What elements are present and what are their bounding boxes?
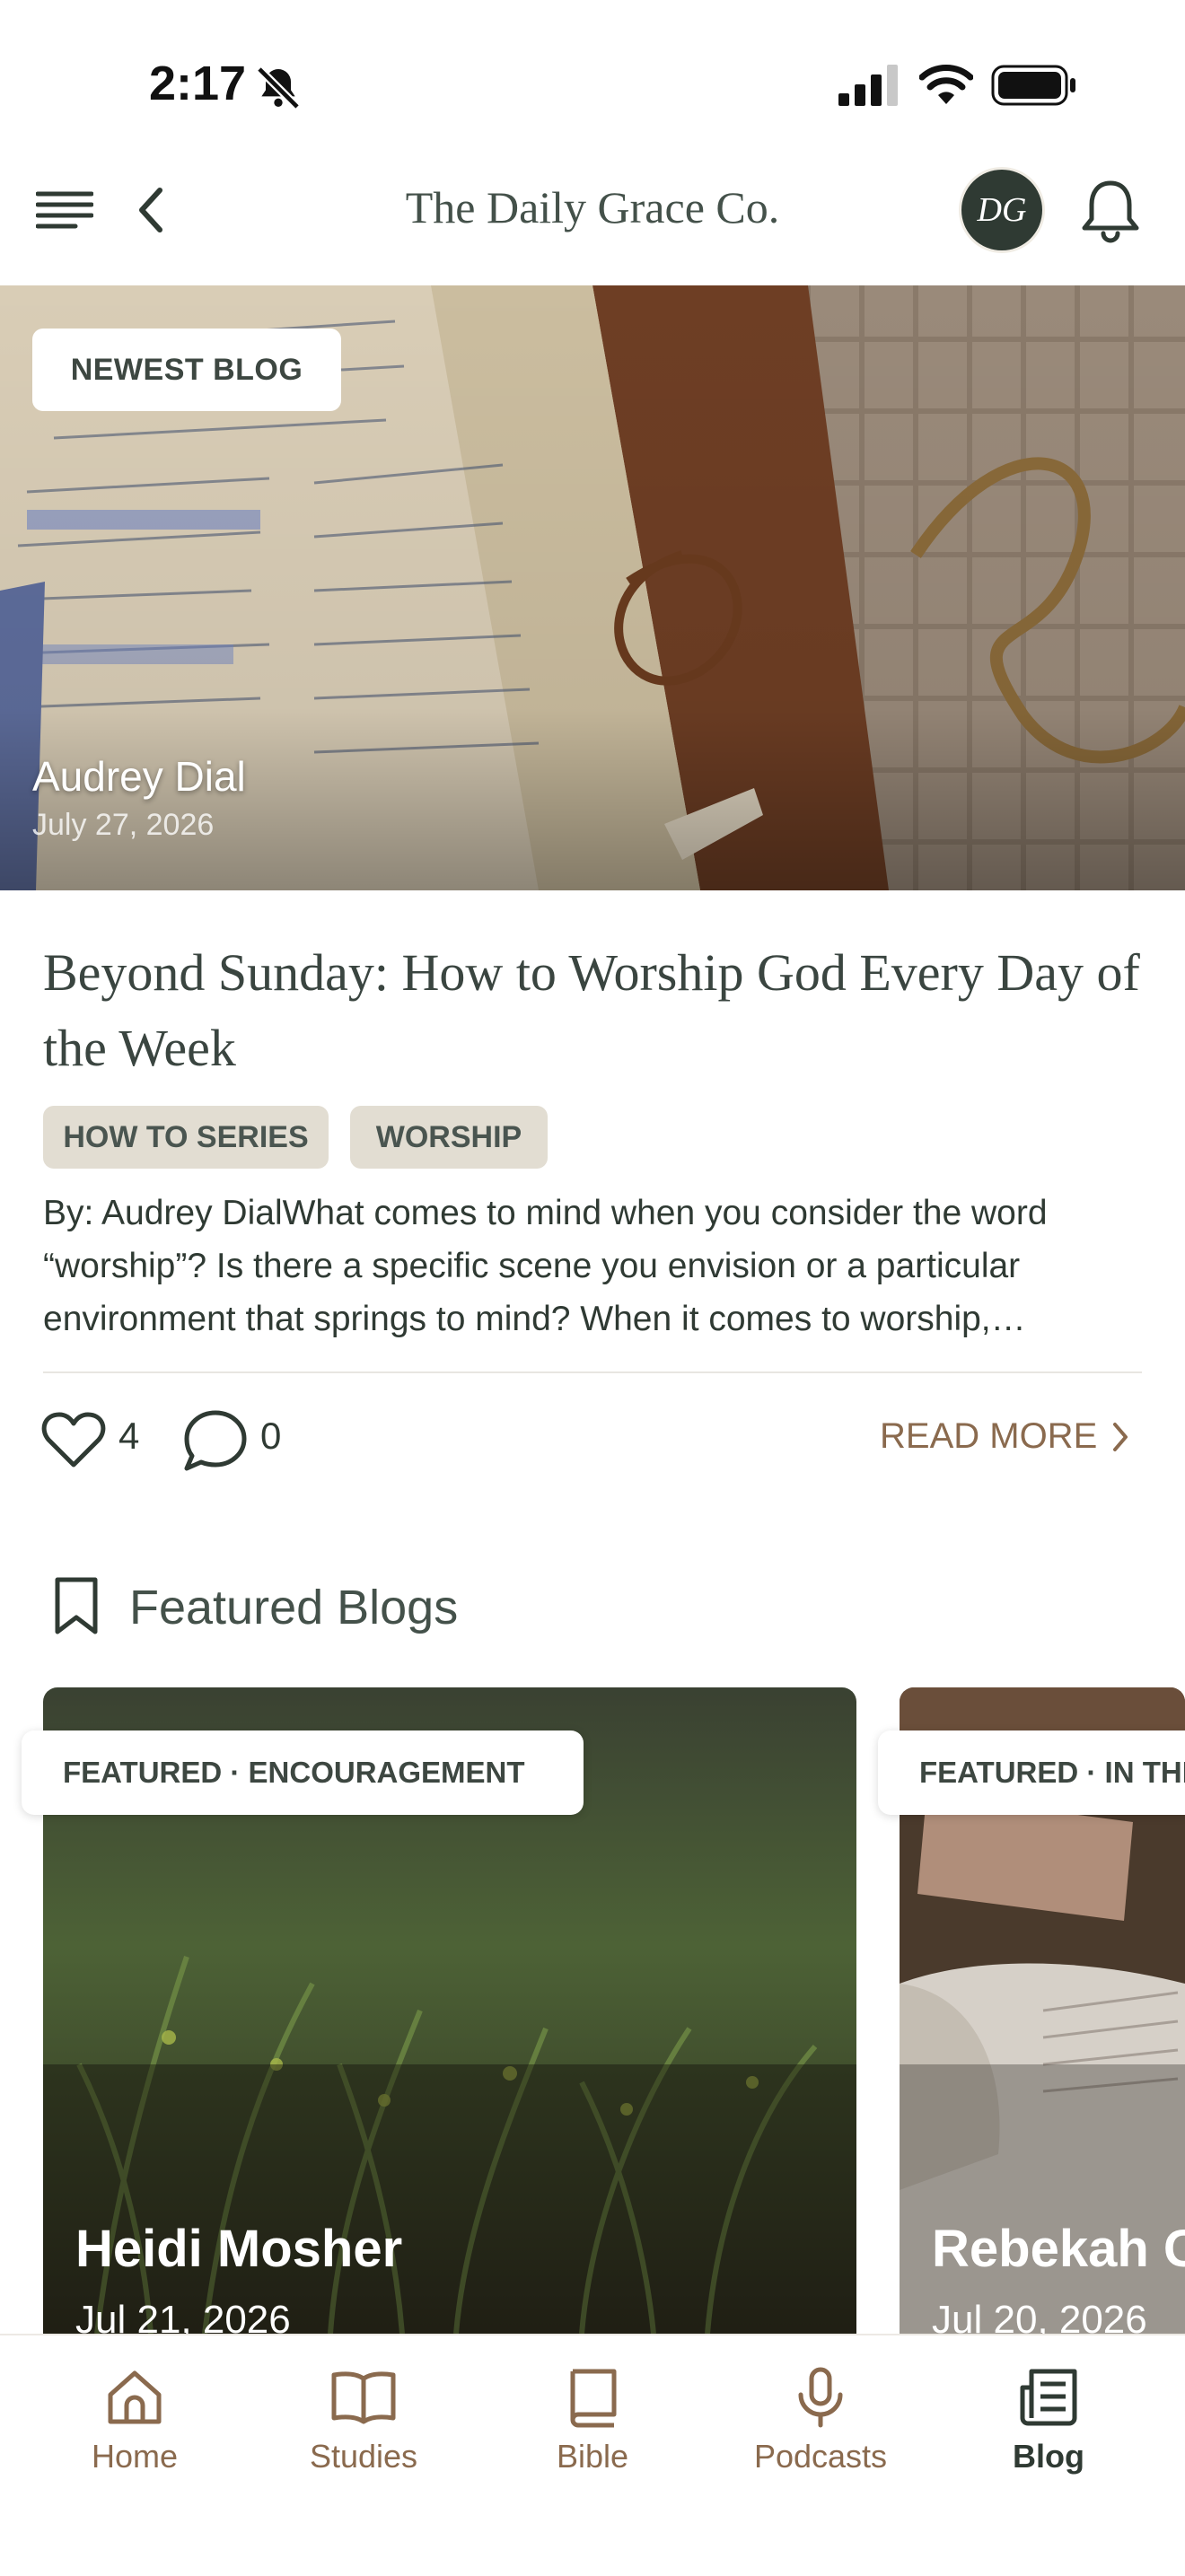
home-icon bbox=[108, 2370, 162, 2424]
silent-mode-icon bbox=[256, 66, 301, 110]
hero-date: July 27, 2026 bbox=[32, 808, 215, 842]
chevron-right-icon bbox=[1113, 1422, 1128, 1451]
signal-icon bbox=[838, 65, 898, 106]
like-count: 4 bbox=[118, 1415, 140, 1457]
battery-icon bbox=[991, 65, 1075, 106]
featured-blogs-heading: Featured Blogs bbox=[129, 1581, 459, 1634]
read-more-label: READ MORE bbox=[880, 1416, 1098, 1456]
tab-home[interactable]: Home bbox=[45, 2366, 224, 2475]
tab-podcasts-label: Podcasts bbox=[753, 2438, 888, 2475]
featured-card-2-author-wrap: Rebekah Griffin bbox=[932, 2219, 1185, 2291]
comment-icon[interactable] bbox=[183, 1409, 248, 1472]
featured-card-2-author: Rebekah Griffin bbox=[932, 2220, 1185, 2278]
article-excerpt: By: Audrey DialWhat comes to mind when y… bbox=[43, 1194, 1048, 1338]
tab-bible-label: Bible bbox=[556, 2438, 629, 2475]
heart-icon[interactable] bbox=[41, 1411, 106, 1468]
article-title[interactable]: Beyond Sunday: How to Worship God Every … bbox=[43, 935, 1147, 1086]
hero-author: Audrey Dial bbox=[32, 753, 246, 800]
microphone-icon bbox=[798, 2367, 843, 2428]
tab-studies-label: Studies bbox=[309, 2438, 418, 2475]
wifi-icon bbox=[919, 65, 973, 104]
bible-icon bbox=[570, 2369, 617, 2428]
divider bbox=[43, 1371, 1142, 1373]
featured-card-1-badge: FEATURED · ENCOURAGEMENT bbox=[22, 1730, 584, 1815]
tab-podcasts[interactable]: Podcasts bbox=[731, 2366, 910, 2475]
tag-worship[interactable]: WORSHIP bbox=[350, 1106, 548, 1169]
tab-home-label: Home bbox=[91, 2438, 179, 2475]
book-open-icon bbox=[331, 2371, 396, 2424]
tab-blog-label: Blog bbox=[1013, 2438, 1084, 2475]
tag-how-to-series[interactable]: HOW TO SERIES bbox=[43, 1106, 329, 1169]
featured-card-2-badge: FEATURED · IN THE WORD bbox=[878, 1730, 1185, 1815]
read-more-link[interactable]: READ MORE bbox=[880, 1416, 1131, 1457]
newest-blog-badge: NEWEST BLOG bbox=[32, 329, 341, 411]
tab-blog[interactable]: Blog bbox=[959, 2366, 1138, 2475]
tab-bible[interactable]: Bible bbox=[503, 2366, 682, 2475]
bookmark-icon bbox=[55, 1577, 98, 1634]
tab-studies[interactable]: Studies bbox=[274, 2366, 453, 2475]
newspaper-icon bbox=[1020, 2369, 1077, 2426]
bell-icon[interactable] bbox=[1079, 178, 1142, 244]
avatar[interactable]: DG bbox=[959, 167, 1045, 253]
status-time: 2:17 bbox=[149, 57, 247, 110]
featured-card-1-author: Heidi Mosher bbox=[75, 2220, 403, 2278]
comment-count: 0 bbox=[260, 1415, 282, 1457]
